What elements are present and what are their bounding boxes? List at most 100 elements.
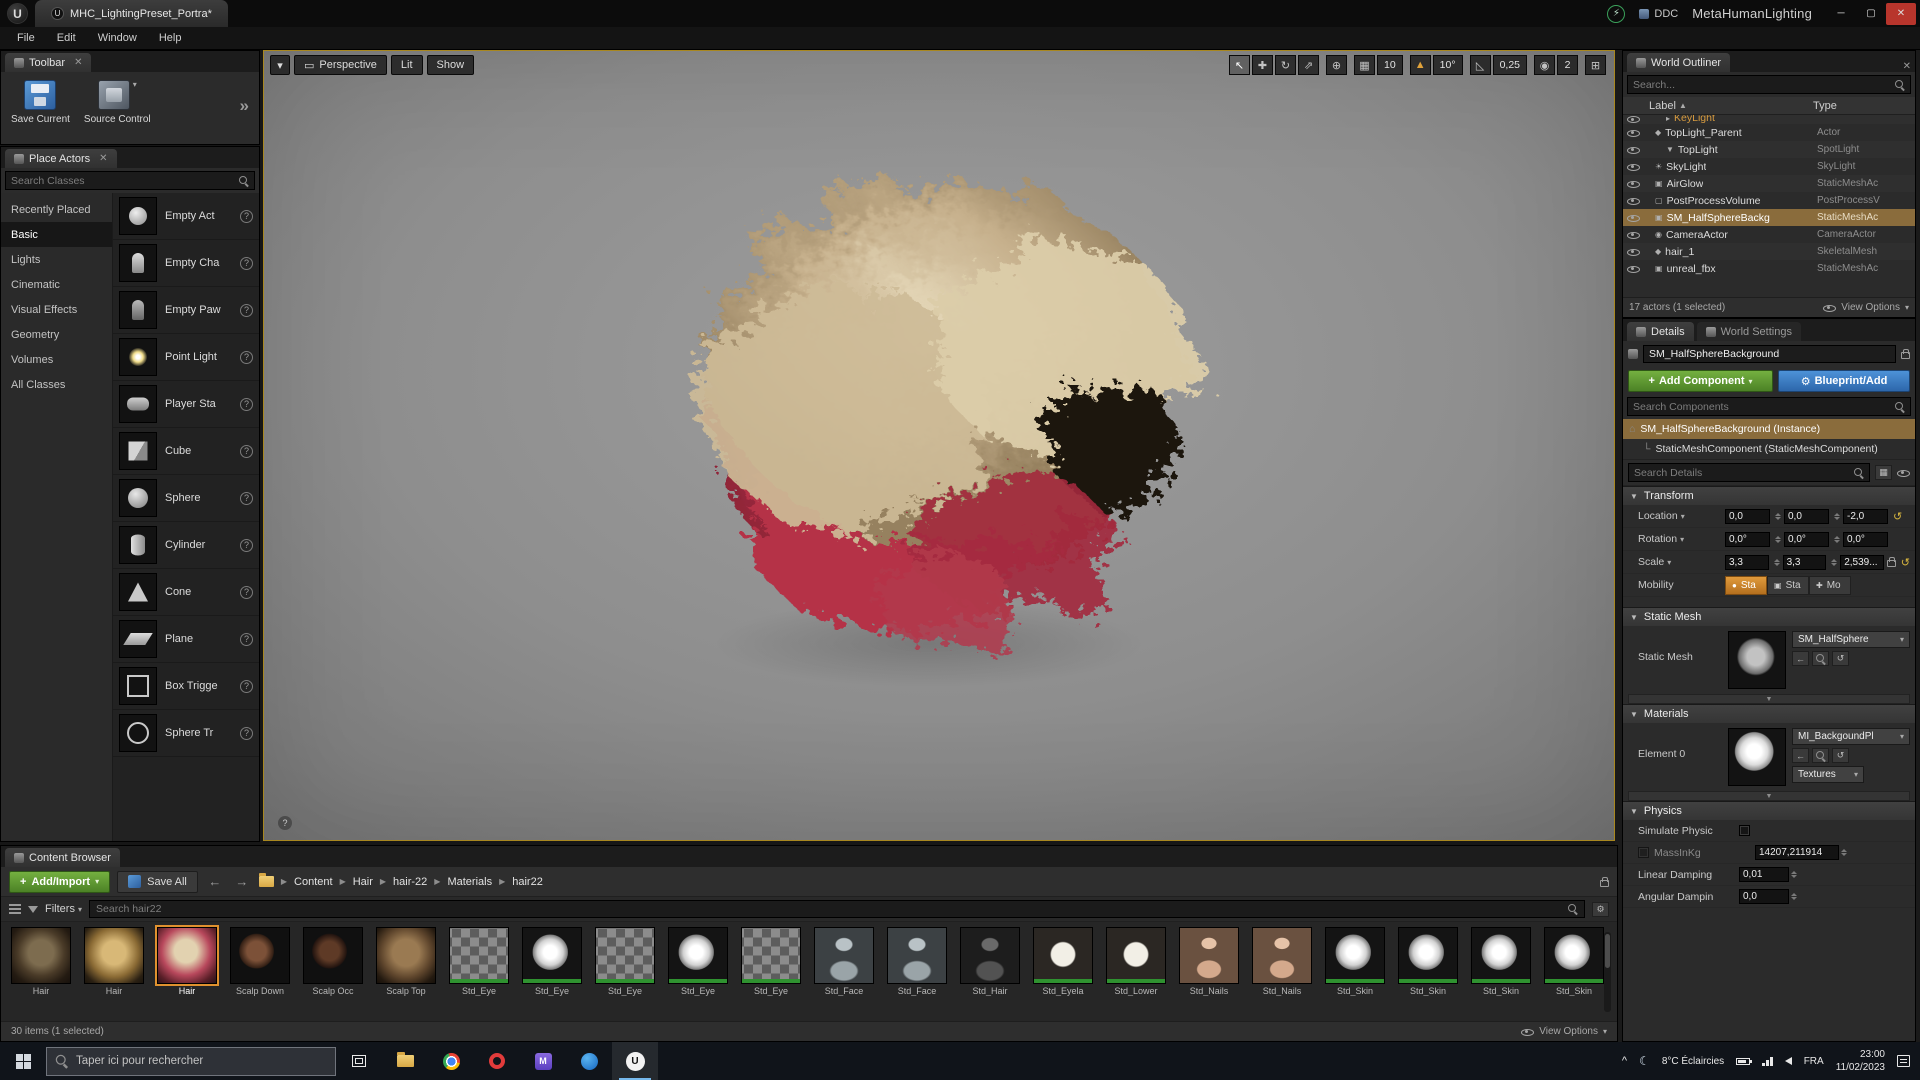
- help-icon[interactable]: ?: [240, 586, 253, 599]
- help-icon[interactable]: ?: [240, 539, 253, 552]
- box-trigger-icon[interactable]: Box Trigge ?: [113, 663, 259, 710]
- world-outliner-tab[interactable]: World Outliner: [1627, 53, 1730, 72]
- materials-section-header[interactable]: ▼Materials: [1623, 704, 1915, 723]
- asset-grid-scrollbar[interactable]: [1604, 932, 1611, 1012]
- textures-dropdown[interactable]: Textures▾: [1792, 766, 1864, 783]
- perspective-button[interactable]: ▭ Perspective: [294, 55, 387, 75]
- x-value-field[interactable]: 0,0: [1725, 509, 1770, 524]
- reset-asset-icon[interactable]: ↺: [1832, 651, 1849, 666]
- m-app-icon[interactable]: M: [520, 1042, 566, 1080]
- x-value-field[interactable]: 0,0°: [1725, 532, 1770, 547]
- reset-to-default-icon[interactable]: ↺: [1901, 556, 1910, 569]
- visibility-eye-icon[interactable]: [1627, 128, 1640, 138]
- view-settings-icon[interactable]: ⚙: [1592, 902, 1609, 917]
- select-tool-icon[interactable]: ↖: [1229, 55, 1250, 75]
- filters-button[interactable]: Filters ▾: [45, 903, 82, 915]
- override-checkbox[interactable]: [1638, 847, 1649, 858]
- component-row[interactable]: └ StaticMeshComponent (StaticMeshCompone…: [1623, 439, 1915, 459]
- skeletal-mesh-icon[interactable]: ◆ hair_1 SkeletalMesh: [1623, 243, 1915, 260]
- content-search-input[interactable]: [96, 903, 1563, 915]
- network-signal-icon[interactable]: [1762, 1057, 1773, 1066]
- category-item[interactable]: Recently Placed: [1, 197, 112, 222]
- menu-item[interactable]: Edit: [46, 29, 87, 47]
- help-icon[interactable]: ?: [240, 727, 253, 740]
- components-search[interactable]: [1627, 397, 1911, 416]
- save-all-button[interactable]: Save All: [117, 871, 198, 893]
- y-value-field[interactable]: 0,0: [1784, 509, 1829, 524]
- grid-snap-value[interactable]: 10: [1377, 55, 1403, 75]
- static-mesh-icon[interactable]: ▣ unreal_fbx StaticMeshAc: [1623, 260, 1915, 277]
- spotlight-icon[interactable]: ▼ TopLight SpotLight: [1623, 141, 1915, 158]
- asset-tile[interactable]: Std_Nails: [1177, 927, 1241, 1021]
- value-spinner[interactable]: [1791, 871, 1797, 878]
- z-value-field[interactable]: 2,539...: [1840, 555, 1884, 570]
- cone-icon[interactable]: Cone ?: [113, 569, 259, 616]
- search-classes-input[interactable]: [11, 175, 235, 187]
- lock-icon[interactable]: [1901, 352, 1910, 359]
- blueprint-add-button[interactable]: ⚙ Blueprint/Add: [1778, 370, 1910, 392]
- z-value-field[interactable]: -2,0: [1843, 509, 1888, 524]
- content-search[interactable]: [89, 900, 1585, 918]
- lit-button[interactable]: Lit: [391, 55, 423, 75]
- asset-tile[interactable]: Hair: [155, 927, 219, 1021]
- transform-section-header[interactable]: ▼Transform: [1623, 486, 1915, 505]
- asset-tile[interactable]: Std_Skin: [1469, 927, 1533, 1021]
- search-details-input[interactable]: [1634, 467, 1850, 479]
- ddc-status[interactable]: DDC: [1639, 8, 1678, 20]
- filter-funnel-icon[interactable]: [28, 906, 38, 913]
- sphere-icon[interactable]: Sphere ?: [113, 475, 259, 522]
- asset-tile[interactable]: Std_Skin: [1396, 927, 1460, 1021]
- help-icon[interactable]: ?: [240, 633, 253, 646]
- viewport[interactable]: ▾ ▭ Perspective Lit Show ↖✚↻⇗⊕▦10▲10°◺0,…: [263, 50, 1615, 841]
- empty-actor-icon[interactable]: Empty Act ?: [113, 193, 259, 240]
- physics-value-field[interactable]: 0,01: [1739, 867, 1789, 882]
- minimize-button[interactable]: ─: [1826, 3, 1856, 25]
- category-item[interactable]: Geometry: [1, 322, 112, 347]
- uniform-scale-lock-icon[interactable]: [1887, 560, 1896, 567]
- world-coordinate-icon[interactable]: ⊕: [1326, 55, 1347, 75]
- outliner-search-input[interactable]: [1633, 79, 1891, 91]
- property-visibility-icon[interactable]: [1897, 468, 1910, 478]
- asset-tile[interactable]: Std_Face: [885, 927, 949, 1021]
- content-view-options[interactable]: View Options ▾: [1521, 1026, 1607, 1037]
- use-selected-asset-icon[interactable]: ←: [1792, 651, 1809, 666]
- physics-value-field[interactable]: 0,0: [1739, 889, 1789, 904]
- y-spinner[interactable]: [1834, 513, 1840, 520]
- material-asset-dropdown[interactable]: MI_BackgoundPl▾: [1792, 728, 1910, 745]
- help-icon[interactable]: ?: [240, 257, 253, 270]
- category-item[interactable]: Volumes: [1, 347, 112, 372]
- asset-tile[interactable]: Hair: [82, 927, 146, 1021]
- asset-tile[interactable]: Hair: [9, 927, 73, 1021]
- asset-tile[interactable]: Std_Eye: [520, 927, 584, 1021]
- static-mesh-asset-dropdown[interactable]: SM_HalfSphere▾: [1792, 631, 1910, 648]
- breadcrumb-item[interactable]: ▶ Hair: [340, 876, 373, 888]
- start-button[interactable]: [0, 1042, 46, 1080]
- taskbar-search-input[interactable]: [76, 1055, 325, 1067]
- taskbar-search[interactable]: [46, 1047, 336, 1076]
- world-outliner-close-icon[interactable]: ✕: [1903, 61, 1911, 72]
- toolbar-tab[interactable]: Toolbar ✕: [5, 53, 91, 72]
- physics-section-header[interactable]: ▼Physics: [1623, 801, 1915, 820]
- cube-icon[interactable]: Cube ?: [113, 428, 259, 475]
- category-item[interactable]: Visual Effects: [1, 297, 112, 322]
- clock[interactable]: 23:00 11/02/2023: [1836, 1048, 1885, 1074]
- viewport-help-icon[interactable]: ?: [278, 816, 292, 830]
- sources-panel-icon[interactable]: [9, 904, 21, 914]
- reset-to-default-icon[interactable]: ↺: [1893, 510, 1902, 523]
- materials-expander[interactable]: ▼: [1628, 791, 1910, 801]
- save-current-button[interactable]: Save Current: [11, 80, 70, 125]
- x-spinner[interactable]: [1774, 559, 1780, 566]
- visibility-eye-icon[interactable]: [1627, 162, 1640, 172]
- asset-tile[interactable]: Std_Lower: [1104, 927, 1168, 1021]
- rotate-tool-icon[interactable]: ↻: [1275, 55, 1296, 75]
- category-item[interactable]: All Classes: [1, 372, 112, 397]
- actor-name-field[interactable]: SM_HalfSphereBackground: [1643, 345, 1896, 363]
- language-indicator[interactable]: FRA: [1804, 1056, 1824, 1067]
- lock-icon[interactable]: [1600, 880, 1609, 887]
- component-row[interactable]: ⌂ SM_HalfSphereBackground (Instance): [1623, 419, 1915, 439]
- mobility-stationary[interactable]: ▣ Sta: [1767, 576, 1809, 595]
- folder-icon[interactable]: [259, 876, 274, 887]
- add-component-button[interactable]: + Add Component ▾: [1628, 370, 1773, 392]
- category-item[interactable]: Basic: [1, 222, 112, 247]
- world-settings-tab[interactable]: World Settings: [1697, 322, 1801, 341]
